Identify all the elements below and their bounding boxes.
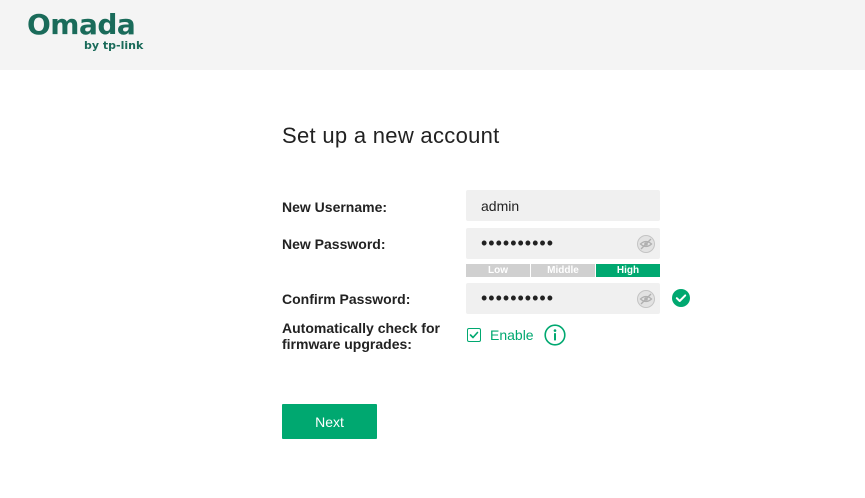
logo-main-text: Omada [27, 8, 136, 41]
firmware-enable-row: Enable [466, 324, 566, 346]
firmware-label-line1: Automatically check for [282, 320, 440, 336]
strength-low: Low [466, 264, 530, 277]
eye-slash-icon[interactable] [635, 233, 656, 254]
username-field-container [466, 190, 660, 221]
enable-label[interactable]: Enable [490, 327, 534, 343]
omada-logo: Omada by tp-link [27, 8, 147, 58]
page-title: Set up a new account [282, 123, 500, 148]
password-field-container [466, 228, 660, 259]
firmware-label-line2: firmware upgrades: [282, 336, 412, 352]
password-strength-meter: Low Middle High [466, 264, 660, 277]
confirm-password-label: Confirm Password: [282, 291, 411, 307]
password-input[interactable] [466, 228, 660, 259]
checkmark-icon [469, 331, 479, 339]
strength-high: High [596, 264, 660, 277]
password-label: New Password: [282, 236, 386, 252]
confirm-password-input[interactable] [466, 283, 660, 314]
logo-sub-text: by tp-link [84, 39, 144, 52]
info-circle-icon[interactable] [543, 324, 566, 346]
username-label: New Username: [282, 199, 388, 215]
enable-checkbox[interactable] [467, 328, 481, 342]
header-bar: Omada by tp-link [0, 0, 865, 70]
confirm-password-field-container [466, 283, 660, 314]
strength-middle: Middle [531, 264, 595, 277]
username-input[interactable] [466, 190, 660, 221]
eye-slash-icon[interactable] [635, 288, 656, 309]
next-button[interactable]: Next [282, 404, 377, 439]
check-circle-icon [672, 289, 690, 307]
